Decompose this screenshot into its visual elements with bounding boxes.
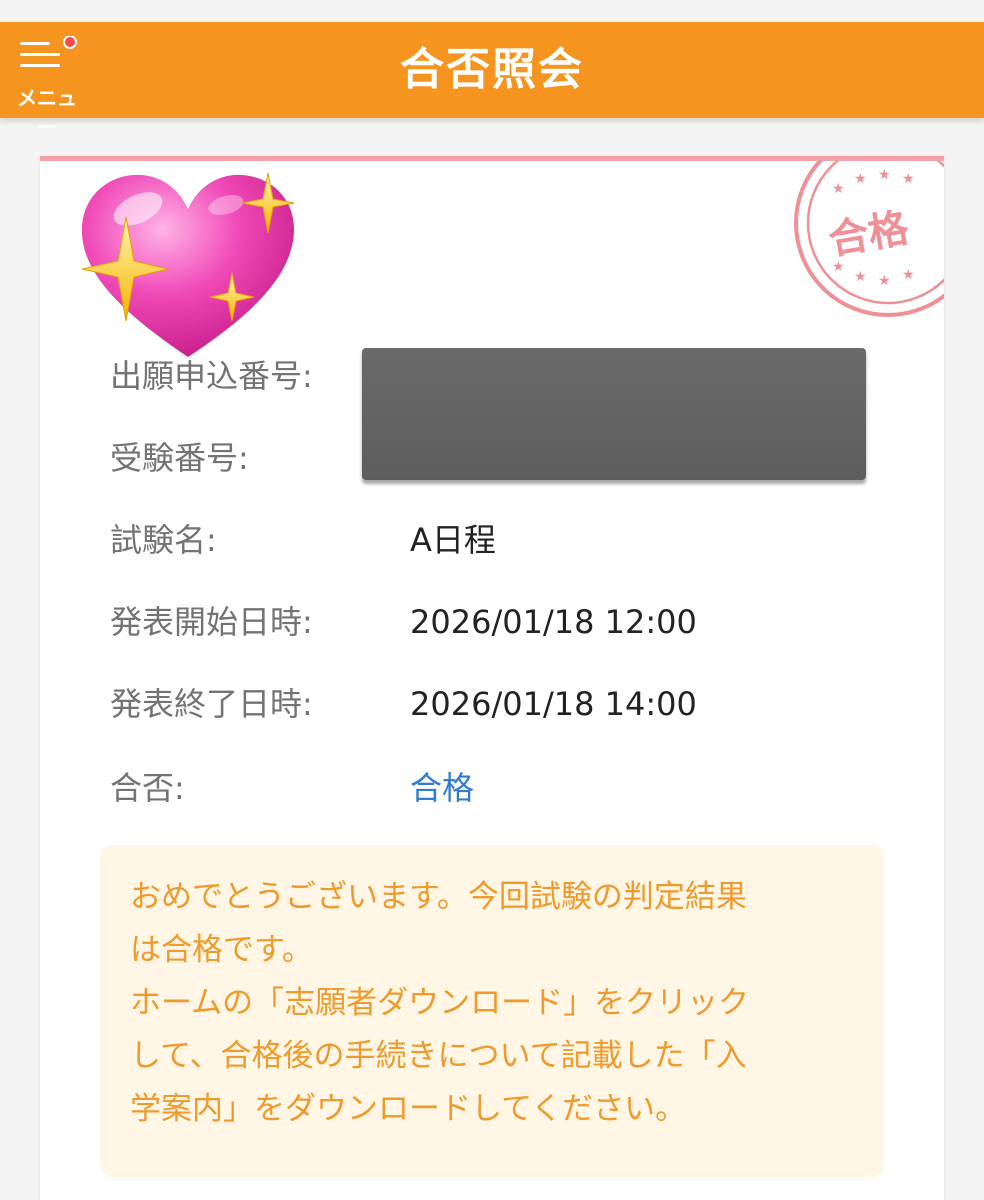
field-value: 2026/01/18 14:00 [410,685,697,723]
menu-button[interactable]: メニュー [8,30,86,139]
result-value: 合格 [410,769,475,807]
pass-stamp-icon: ★ ★ ★ ★ ★ ★ ★ ★ 合格 [794,161,944,317]
notification-dot-icon [63,36,77,49]
field-label: 出願申込番号: [110,357,313,395]
svg-text:★: ★ [854,171,867,187]
field-row-exam-name: 試験名: A日程 [110,515,900,565]
field-value: A日程 [410,521,496,559]
svg-text:★: ★ [878,167,891,183]
page-title: 合否照会 [400,44,584,95]
field-label: 受験番号: [110,439,249,477]
notice-line: ホームの「志願者ダウンロード」をクリック [130,985,750,1021]
header-bar: 合否照会 メニュー [0,22,984,139]
page: 合否照会 メニュー ★ ★ ★ ★ ★ ★ ★ ★ 合格 出願申込番号: 受験番… [0,0,984,1200]
field-label: 試験名: [110,521,217,559]
field-label: 発表終了日時: [110,685,313,723]
stamp-text: 合格 [825,205,913,264]
notice-line: 学案内」をダウンロードしてください。 [130,1091,687,1127]
svg-text:★: ★ [878,273,891,289]
notice-line: して、合格後の手続きについて記載した「入 [130,1038,747,1074]
notice-text: おめでとうございます。今回試験の判定結果 は合格です。 ホームの「志願者ダウンロ… [130,871,860,1136]
notice-line: は合格です。 [130,932,313,968]
svg-text:★: ★ [832,181,845,197]
field-label: 発表開始日時: [110,603,313,641]
sparkling-heart-icon [81,172,295,357]
field-row-announce-end: 発表終了日時: 2026/01/18 14:00 [110,679,900,729]
congratulations-notice: おめでとうございます。今回試験の判定結果 は合格です。 ホームの「志願者ダウンロ… [100,845,884,1177]
result-card: ★ ★ ★ ★ ★ ★ ★ ★ 合格 出願申込番号: 受験番号: 試験名: A日… [40,156,944,1200]
svg-text:★: ★ [902,267,915,283]
svg-text:★: ★ [854,269,867,285]
field-label: 合否: [110,769,185,807]
notice-line: おめでとうございます。今回試験の判定結果 [130,879,747,915]
hamburger-menu-icon [20,36,77,67]
svg-text:★: ★ [902,171,915,187]
field-row-announce-start: 発表開始日時: 2026/01/18 12:00 [110,597,900,647]
redaction-block [362,348,866,480]
field-value: 2026/01/18 12:00 [410,603,697,641]
field-row-result: 合否: 合格 [110,763,900,813]
menu-label: メニュー [17,86,77,139]
